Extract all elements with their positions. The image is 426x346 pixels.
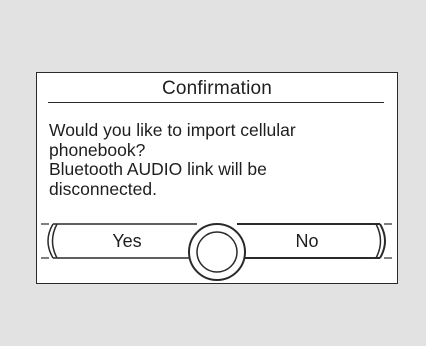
confirmation-dialog: Confirmation Would you like to import ce… [36,72,398,284]
yes-button-label[interactable]: Yes [57,230,197,252]
no-button-label[interactable]: No [237,230,377,252]
